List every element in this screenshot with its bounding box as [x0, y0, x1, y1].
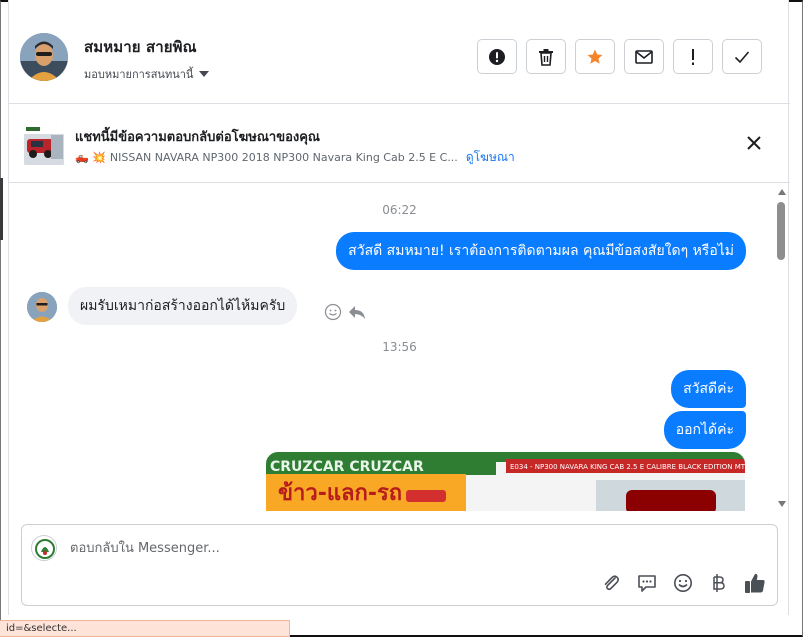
- scroll-up-arrow-icon[interactable]: [778, 189, 786, 195]
- alert-circle-icon: [489, 48, 505, 65]
- like-button[interactable]: [743, 571, 767, 595]
- image-top-text: CRUZCAR CRUZCAR: [270, 459, 424, 475]
- check-icon: [734, 50, 750, 63]
- reply-icon: [349, 306, 365, 319]
- ad-text: NISSAN NAVARA NP300 2018 NP300 Navara Ki…: [109, 151, 458, 164]
- trash-icon: [539, 48, 553, 66]
- smiley-icon: [674, 574, 692, 592]
- conversation-header: สมหมาย สายพิณ มอบหมายการสนทนานี้: [9, 0, 790, 104]
- page-avatar: [31, 535, 57, 561]
- emoji-button[interactable]: [671, 571, 695, 595]
- ad-emoji: 🛻 💥: [75, 151, 106, 164]
- assign-label: มอบหมายการสนทนานี้: [84, 68, 194, 81]
- outgoing-message[interactable]: สวัสดีค่ะ: [671, 370, 746, 408]
- smiley-icon: [324, 303, 342, 321]
- browser-status-bar: id=&selecte...: [0, 620, 290, 637]
- ad-reply-banner: แชทนี้มีข้อความตอบกลับต่อโฆษณาของคุณ 🛻 💥…: [9, 105, 790, 183]
- timestamp: 13:56: [382, 340, 417, 354]
- saved-replies-button[interactable]: [635, 571, 659, 595]
- spam-button[interactable]: [477, 39, 517, 74]
- scrollbar-thumb[interactable]: [777, 202, 785, 260]
- contact-name: สมหมาย สายพิณ: [84, 38, 197, 56]
- mark-unread-button[interactable]: [624, 39, 664, 74]
- view-ad-link[interactable]: ดูโฆษณา: [466, 148, 515, 167]
- reply-button[interactable]: [347, 302, 367, 322]
- delete-button[interactable]: [526, 39, 566, 74]
- attach-button[interactable]: [599, 571, 623, 595]
- assign-conversation-dropdown[interactable]: มอบหมายการสนทนานี้: [84, 65, 210, 83]
- sender-avatar: [27, 292, 57, 322]
- thumbs-up-icon: [745, 573, 765, 593]
- scroll-down-arrow-icon[interactable]: [778, 501, 786, 507]
- close-banner-button[interactable]: [744, 133, 764, 153]
- image-banner-text: E034 - NP300 NAVARA KING CAB 2.5 E CALIB…: [510, 463, 745, 471]
- payment-button[interactable]: [707, 571, 731, 595]
- star-icon: [587, 49, 603, 64]
- timestamp: 06:22: [382, 203, 417, 217]
- react-button[interactable]: [323, 302, 343, 322]
- image-headline: ข้าว-แลก-รถ: [278, 481, 402, 506]
- paperclip-icon: [604, 575, 620, 591]
- envelope-icon: [635, 49, 653, 64]
- message-list[interactable]: 06:22 สวัสดี สมหมาย! เราต้องการติดตามผล …: [9, 184, 790, 511]
- conversation-panel: สมหมาย สายพิณ มอบหมายการสนทนานี้ แชทนี้ม…: [8, 0, 790, 615]
- exclamation-icon: [692, 48, 694, 65]
- mark-done-button[interactable]: [722, 39, 762, 74]
- incoming-message[interactable]: ผมรับเหมาก่อสร้างออกได้ไห้มครับ: [68, 287, 298, 325]
- baht-icon: [713, 574, 725, 592]
- follow-up-button[interactable]: [673, 39, 713, 74]
- composer-tools: [599, 571, 767, 595]
- message-input[interactable]: [70, 537, 750, 559]
- message-scrollbar[interactable]: [775, 184, 787, 511]
- contact-avatar[interactable]: [20, 33, 68, 81]
- chat-bubble-icon: [638, 575, 656, 592]
- ad-thumbnail[interactable]: [24, 125, 64, 165]
- window-edge: [0, 178, 3, 240]
- message-composer: [21, 524, 778, 606]
- star-button[interactable]: [575, 39, 615, 74]
- conversation-actions: [477, 39, 762, 74]
- ad-banner-title: แชทนี้มีข้อความตอบกลับต่อโฆษณาของคุณ: [75, 130, 320, 145]
- ad-description: 🛻 💥 NISSAN NAVARA NP300 2018 NP300 Navar…: [75, 148, 515, 167]
- close-icon: [747, 136, 761, 150]
- image-attachment[interactable]: CRUZCAR CRUZCAR E034 - NP300 NAVARA KING…: [266, 452, 745, 511]
- outgoing-message[interactable]: สวัสดี สมหมาย! เราต้องการติดตามผล คุณมีข…: [336, 232, 746, 270]
- caret-down-icon: [199, 71, 210, 77]
- outgoing-message[interactable]: ออกได้ค่ะ: [663, 411, 746, 449]
